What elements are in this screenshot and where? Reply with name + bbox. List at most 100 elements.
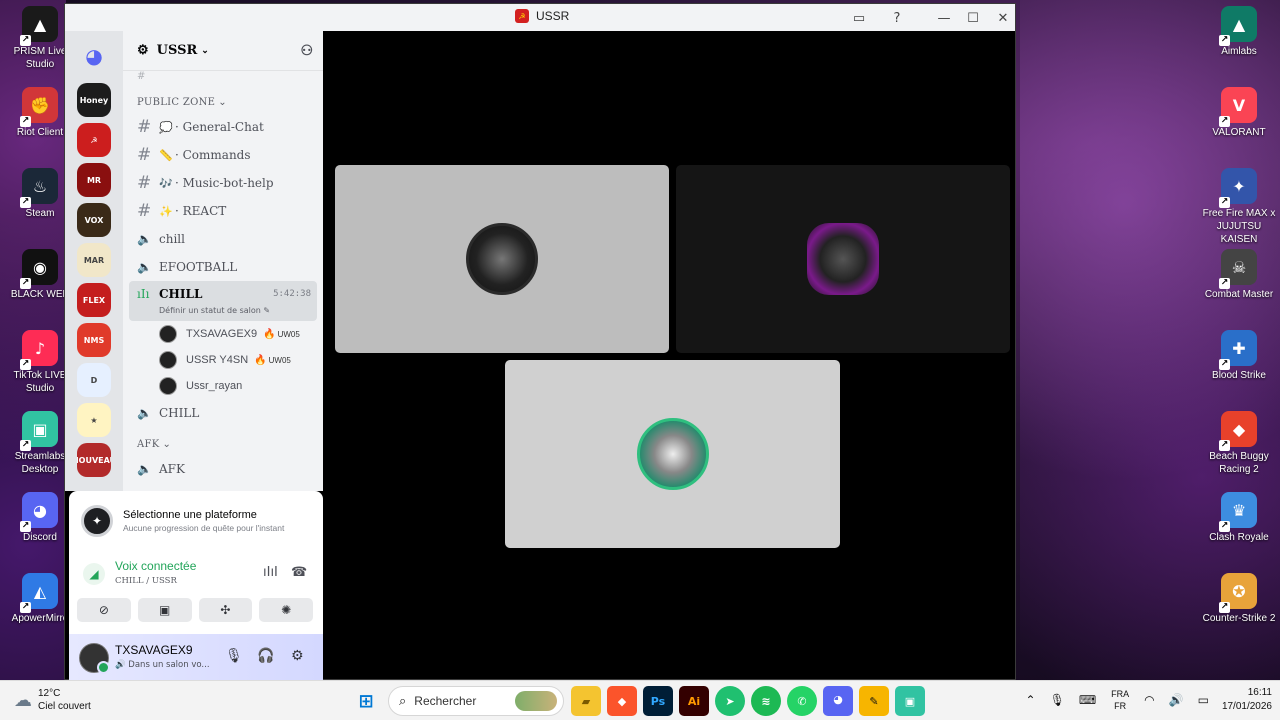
- window-title: USSR: [536, 9, 570, 23]
- category-public[interactable]: PUBLIC ZONE ⌄: [123, 91, 323, 113]
- server-icon[interactable]: MAR: [77, 243, 111, 277]
- voice-channel-active[interactable]: ıIı CHILL 5:42:38 Définir un statut de s…: [129, 281, 317, 321]
- photoshop-icon[interactable]: Ps: [643, 686, 673, 716]
- server-icon[interactable]: ☭: [77, 123, 111, 157]
- hash-icon: #: [137, 173, 152, 193]
- server-icon[interactable]: NOUVEAU: [77, 443, 111, 477]
- desktop-icon-label: VALORANT: [1212, 127, 1266, 138]
- chevron-up-icon[interactable]: ⌃: [1026, 693, 1036, 707]
- desktop.right_icons-4[interactable]: ✚Blood Strike: [1198, 330, 1280, 411]
- streamlabs-taskbar-icon[interactable]: ▣: [895, 686, 925, 716]
- app-feather-icon[interactable]: ✎: [859, 686, 889, 716]
- voice-user-list: TXSAVAGEX9 🔥 UW05 USSR Y4SN 🔥 UW05 Ussr_rayan: [123, 321, 323, 399]
- desktop-icon-label: Aimlabs: [1221, 46, 1257, 57]
- channel-emoji: 💭: [159, 120, 173, 134]
- taskbar: ☁ 12°C Ciel couvert ⊞ ⌕ Rechercher ▰ ◆ P…: [0, 680, 1280, 720]
- category-public-label: PUBLIC ZONE: [137, 96, 216, 108]
- soundboard-button[interactable]: ✺: [259, 598, 313, 622]
- participant-tile[interactable]: [505, 360, 840, 548]
- noise-suppression-icon[interactable]: ıIıI: [263, 565, 278, 580]
- gear-icon[interactable]: ⚙: [291, 648, 304, 664]
- invite-icon[interactable]: ⚇: [300, 43, 313, 59]
- desktop.right_icons-5[interactable]: ◆Beach Buggy Racing 2: [1198, 411, 1280, 492]
- text-channel[interactable]: # 📏 · Commands: [123, 141, 323, 169]
- chevron-down-icon: ⌄: [162, 438, 172, 450]
- channel-name: · General-Chat: [175, 120, 264, 134]
- disconnect-icon[interactable]: ☎: [291, 565, 307, 580]
- voice-connected-label[interactable]: Voix connectée: [115, 559, 196, 573]
- server-icon[interactable]: VOX: [77, 203, 111, 237]
- inbox-icon[interactable]: ▭: [848, 7, 870, 29]
- text-channel-list: # 💭 · General-Chat # 📏 · Commands # 🎶 · Music-bo…: [123, 113, 323, 225]
- minimize-button[interactable]: —: [933, 7, 955, 29]
- text-channel[interactable]: # 🎶 · Music-bot-help: [123, 169, 323, 197]
- desktop.right_icons-7[interactable]: ✪Counter-Strike 2: [1198, 573, 1280, 654]
- whatsapp-icon[interactable]: ✆: [787, 686, 817, 716]
- voice-user-name: USSR Y4SN: [186, 354, 249, 366]
- messenger-icon[interactable]: ➤: [715, 686, 745, 716]
- microphone-icon[interactable]: 🎙: [225, 648, 243, 664]
- desktop.right_icons-3[interactable]: ☠Combat Master: [1198, 249, 1280, 330]
- server-icon[interactable]: NMS: [77, 323, 111, 357]
- camera-off-button[interactable]: ⊘: [77, 598, 131, 622]
- weather-widget[interactable]: ☁ 12°C Ciel couvert: [14, 687, 91, 713]
- microphone-tray-icon[interactable]: 🎙: [1050, 693, 1065, 707]
- headset-icon[interactable]: 🎧: [257, 648, 274, 664]
- channel-name: · REACT: [175, 204, 227, 218]
- server-badge-icon: ⚙: [137, 43, 149, 58]
- server-icon[interactable]: Honey: [77, 83, 111, 117]
- user-status-text: Dans un salon vo...: [128, 660, 210, 670]
- category-afk[interactable]: AFK ⌄: [123, 433, 323, 455]
- battery-icon[interactable]: ▭: [1198, 693, 1209, 707]
- flame-icon: 🔥: [254, 354, 267, 366]
- voice-channel-afk[interactable]: 🔈 AFK: [123, 455, 323, 483]
- voice-user[interactable]: USSR Y4SN 🔥 UW05: [123, 347, 323, 373]
- wifi-icon[interactable]: ◠: [1144, 693, 1154, 707]
- discord-home-icon[interactable]: ◕: [77, 39, 111, 73]
- clock[interactable]: 16:11 17/01/2026: [1222, 686, 1272, 714]
- file-explorer-icon[interactable]: ▰: [571, 686, 601, 716]
- channel-status-prompt[interactable]: Définir un statut de salon ✎: [159, 306, 270, 315]
- desktop-app-icon: ✪: [1219, 573, 1257, 613]
- avatar[interactable]: [79, 642, 110, 674]
- text-channel[interactable]: # ✨ · REACT: [123, 197, 323, 225]
- server-icon[interactable]: FLEX: [77, 283, 111, 317]
- user-tag: 🔥 UW05: [254, 355, 291, 366]
- text-channel[interactable]: # 💭 · General-Chat: [123, 113, 323, 141]
- voice-channel[interactable]: 🔈 chill: [123, 225, 323, 253]
- server-icon[interactable]: ★: [77, 403, 111, 437]
- voice-channel-chill-2[interactable]: 🔈 CHILL: [123, 399, 323, 427]
- desktop.right_icons-2[interactable]: ✦Free Fire MAX x JUJUTSU KAISEN: [1198, 168, 1280, 249]
- channel-emoji: 📏: [159, 148, 173, 162]
- maximize-button[interactable]: ☐: [962, 7, 984, 29]
- server-header[interactable]: ⚙ USSR ⌄ ⚇: [123, 31, 323, 71]
- desktop-icon-label: Combat Master: [1204, 289, 1274, 300]
- voice-user[interactable]: Ussr_rayan: [123, 373, 323, 399]
- participant-tile[interactable]: [676, 165, 1010, 353]
- server-icon[interactable]: MR: [77, 163, 111, 197]
- brave-icon[interactable]: ◆: [607, 686, 637, 716]
- desktop-app-icon: ◕: [20, 492, 58, 532]
- desktop.right_icons-6[interactable]: ♛Clash Royale: [1198, 492, 1280, 573]
- voice-user[interactable]: TXSAVAGEX9 🔥 UW05: [123, 321, 323, 347]
- desktop.right_icons-1[interactable]: VVALORANT: [1198, 87, 1280, 168]
- participant-tile[interactable]: [335, 165, 669, 353]
- help-icon[interactable]: ?: [886, 7, 908, 29]
- close-button[interactable]: ✕: [992, 7, 1014, 29]
- illustrator-icon[interactable]: Ai: [679, 686, 709, 716]
- language-indicator[interactable]: FRA FR: [1111, 688, 1129, 712]
- desktop-app-icon: ✚: [1219, 330, 1257, 370]
- discord-taskbar-icon[interactable]: ◕: [823, 686, 853, 716]
- screen-share-button[interactable]: ▣: [137, 598, 192, 622]
- server-icon[interactable]: D: [77, 363, 111, 397]
- start-icon[interactable]: ⊞: [351, 686, 381, 716]
- volume-icon[interactable]: 🔊: [1169, 693, 1184, 707]
- search-box[interactable]: ⌕ Rechercher: [388, 686, 564, 716]
- quest-widget[interactable]: ✦ Sélectionne une plateforme Aucune prog…: [81, 505, 284, 537]
- desktop.right_icons-0[interactable]: ▲Aimlabs: [1198, 6, 1280, 87]
- voice-channel[interactable]: 🔈 EFOOTBALL: [123, 253, 323, 281]
- keyboard-icon[interactable]: ⌨: [1079, 693, 1096, 707]
- activities-button[interactable]: ✣: [198, 598, 253, 622]
- spotify-icon[interactable]: ≋: [751, 686, 781, 716]
- cloud-icon: ☁: [14, 689, 32, 711]
